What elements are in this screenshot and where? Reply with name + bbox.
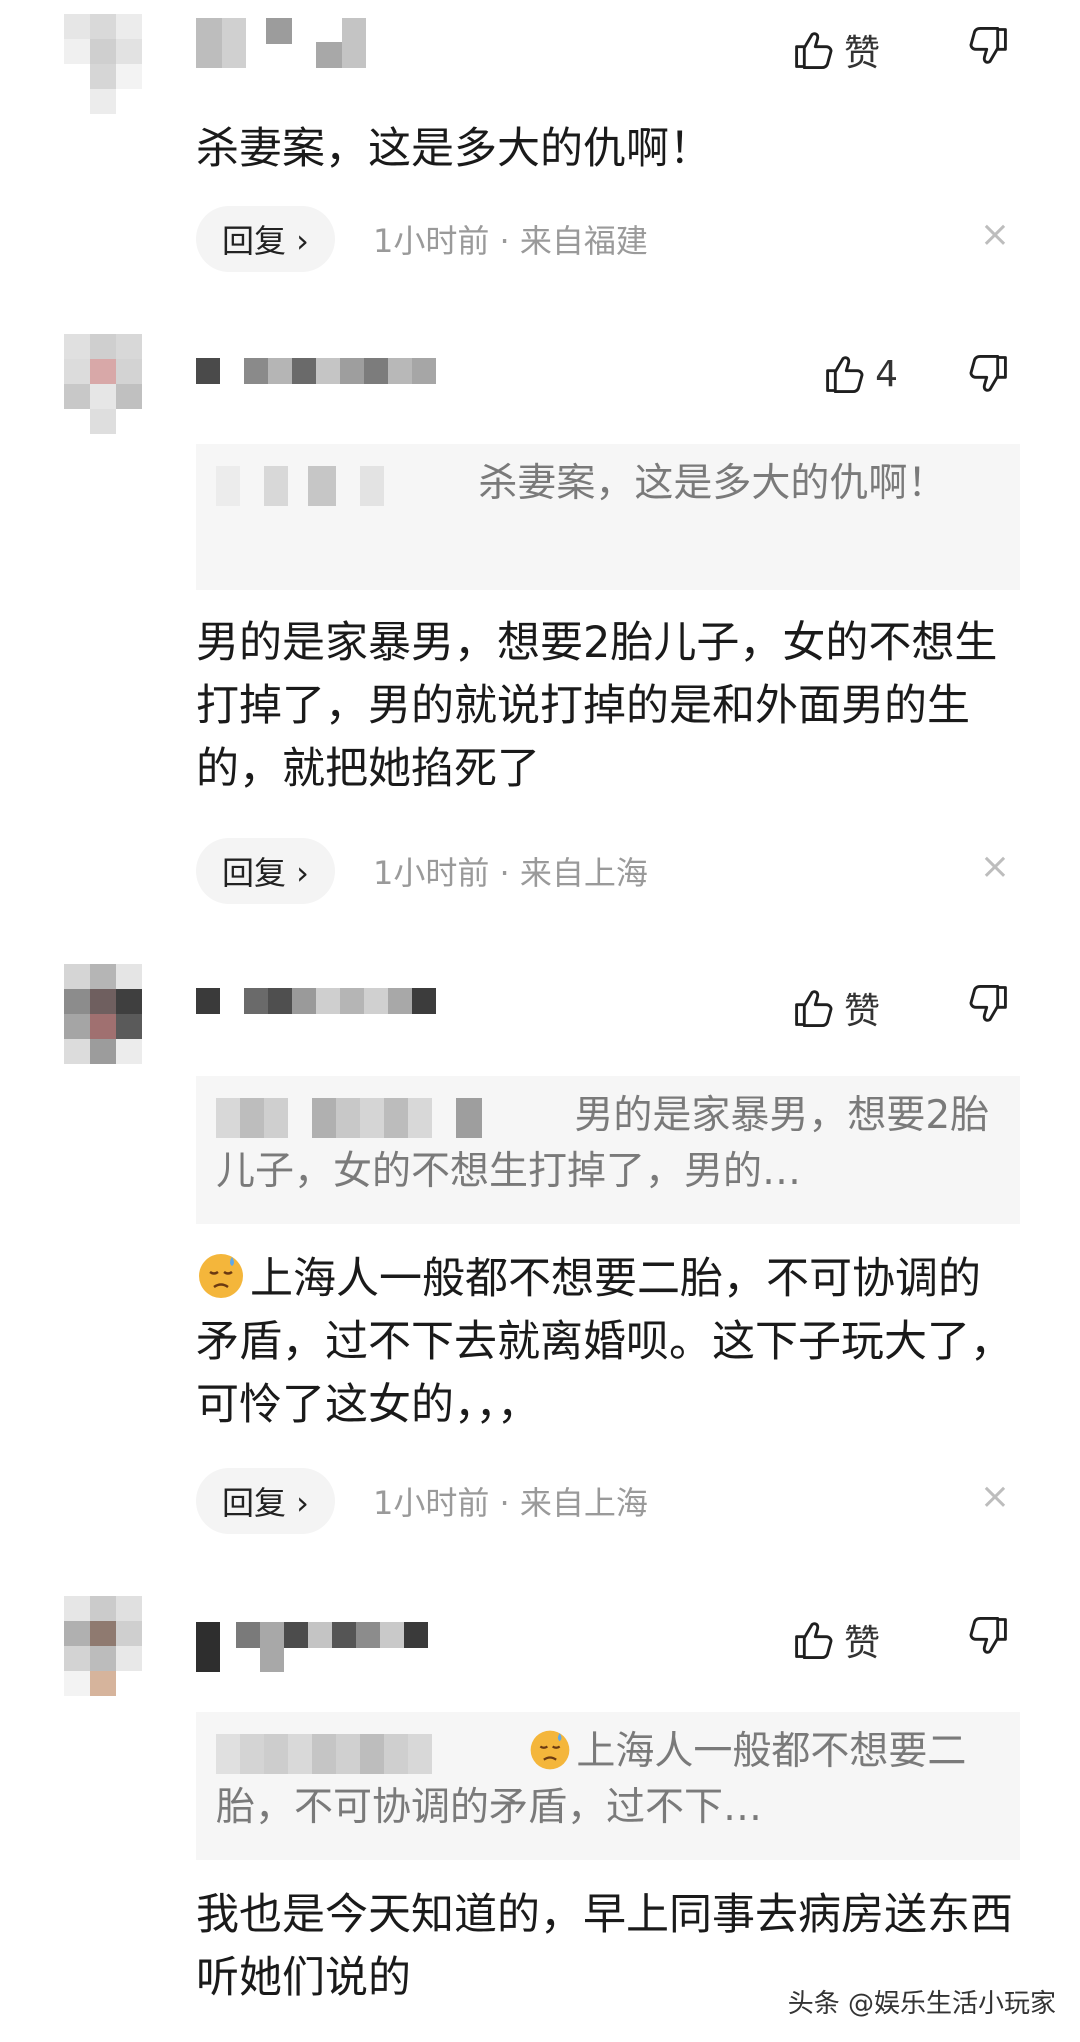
time-location: 1小时前 · 来自上海 — [372, 854, 648, 892]
reply-button[interactable]: 回复 › — [196, 838, 335, 904]
watermark: 头条 @娱乐生活小玩家 — [787, 1989, 1056, 2019]
comment-meta: 回复 › 1小时前 · 来自福建 × — [196, 206, 1020, 272]
avatar[interactable] — [64, 334, 142, 434]
sad-face-emoji-icon — [531, 1730, 570, 1770]
username[interactable] — [196, 358, 436, 418]
time-location: 1小时前 · 来自上海 — [372, 1484, 648, 1522]
quoted-comment[interactable]: 杀妻案，这是多大的仇啊！ — [196, 444, 1020, 590]
avatar[interactable] — [64, 1596, 142, 1696]
quoted-comment[interactable]: 男的是家暴男，想要2胎儿子，女的不想生打掉了，男的… — [196, 1076, 1020, 1224]
thumbs-up-icon — [821, 352, 865, 396]
quoted-username — [216, 1733, 516, 1774]
thumbs-down-icon — [968, 24, 1012, 68]
like-button[interactable]: 赞 — [790, 1614, 880, 1666]
quoted-comment[interactable]: 上海人一般都不想要二胎，不可协调的矛盾，过不下… — [196, 1712, 1020, 1860]
username[interactable] — [196, 1622, 428, 1682]
reply-button[interactable]: 回复 › — [196, 1468, 335, 1534]
quoted-text: 杀妻案，这是多大的仇啊！ — [478, 461, 947, 506]
like-label: 赞 — [843, 33, 880, 74]
comment-meta: 回复 › 1小时前 · 来自上海 × — [196, 1468, 1020, 1534]
like-button[interactable]: 4 — [821, 352, 898, 396]
close-icon[interactable]: × — [980, 846, 1010, 887]
thumbs-down-icon — [968, 982, 1012, 1026]
avatar[interactable] — [64, 14, 142, 114]
comment-text: 杀妻案，这是多大的仇啊！ — [196, 124, 712, 174]
comment-meta: 回复 › 1小时前 · 来自上海 × — [196, 838, 1020, 904]
avatar[interactable] — [64, 964, 142, 1064]
username[interactable] — [196, 988, 436, 1048]
comment-text: 上海人一般都不想要二胎，不可协调的矛盾，过不下去就离婚呗。这下子玩大了，可怜了这… — [196, 1248, 1020, 1437]
like-label: 赞 — [843, 1623, 880, 1664]
dislike-button[interactable] — [968, 24, 1012, 68]
dislike-button[interactable] — [968, 352, 1012, 396]
comment-text: 男的是家暴男，想要2胎儿子，女的不想生打掉了，男的就说打掉的是和外面男的生的，就… — [196, 618, 998, 794]
thumbs-down-icon — [968, 1614, 1012, 1658]
thumbs-up-icon — [790, 28, 834, 72]
like-button[interactable]: 赞 — [790, 982, 880, 1034]
dislike-button[interactable] — [968, 982, 1012, 1026]
quoted-username — [216, 465, 466, 506]
time-location: 1小时前 · 来自福建 — [372, 222, 648, 260]
close-icon[interactable]: × — [980, 214, 1010, 255]
comment-text-content: 上海人一般都不想要二胎，不可协调的矛盾，过不下去就离婚呗。这下子玩大了，可怜了这… — [196, 1254, 1013, 1430]
quoted-username — [216, 1097, 562, 1138]
dislike-button[interactable] — [968, 1614, 1012, 1658]
reply-button[interactable]: 回复 › — [196, 206, 335, 272]
like-button[interactable]: 赞 — [790, 24, 880, 76]
thumbs-down-icon — [968, 352, 1012, 396]
close-icon[interactable]: × — [980, 1476, 1010, 1517]
like-count: 4 — [875, 353, 898, 395]
thumbs-up-icon — [790, 1618, 834, 1662]
sad-face-emoji-icon — [199, 1254, 243, 1298]
thumbs-up-icon — [790, 986, 834, 1030]
like-label: 赞 — [843, 991, 880, 1032]
username[interactable] — [196, 18, 366, 78]
